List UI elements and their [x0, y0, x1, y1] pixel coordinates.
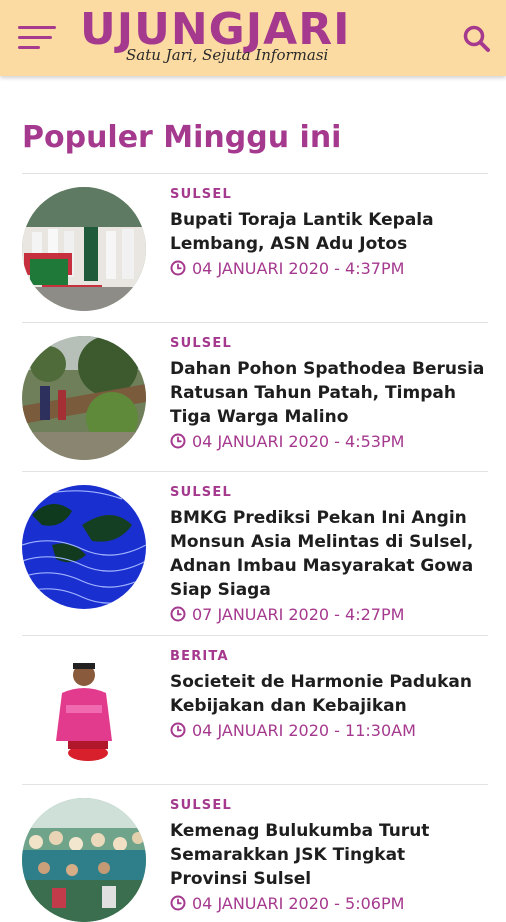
article-meta: SULSEL Dahan Pohon Spathodea Berusia Rat… — [170, 336, 488, 453]
article-title[interactable]: Societeit de Harmonie Padukan Kebijakan … — [170, 670, 488, 718]
article-thumbnail[interactable] — [22, 798, 146, 922]
article-meta: BERITA Societeit de Harmonie Padukan Keb… — [170, 649, 488, 742]
article-date-text: 04 JANUARI 2020 - 5:06PM — [192, 894, 405, 913]
article-title[interactable]: Bupati Toraja Lantik Kepala Lembang, ASN… — [170, 208, 488, 256]
section-title: Populer Minggu ini — [22, 120, 342, 155]
article-date: 04 JANUARI 2020 - 4:37PM — [170, 258, 488, 280]
divider — [22, 173, 488, 174]
article-category[interactable]: SULSEL — [170, 798, 488, 814]
clock-icon — [170, 433, 186, 449]
search-icon[interactable] — [462, 24, 492, 54]
article-item[interactable]: BERITA Societeit de Harmonie Padukan Keb… — [22, 649, 488, 777]
clock-icon — [170, 260, 186, 276]
article-date-text: 07 JANUARI 2020 - 4:27PM — [192, 605, 405, 624]
divider — [22, 784, 488, 785]
article-item[interactable]: SULSEL Dahan Pohon Spathodea Berusia Rat… — [22, 336, 488, 464]
logo-tagline: Satu Jari, Sejuta Informasi — [126, 46, 329, 64]
article-item[interactable]: SULSEL BMKG Prediksi Pekan Ini Angin Mon… — [22, 485, 488, 633]
article-thumbnail[interactable] — [22, 336, 146, 460]
divider — [22, 322, 488, 323]
article-date: 04 JANUARI 2020 - 5:06PM — [170, 893, 488, 915]
article-category[interactable]: BERITA — [170, 649, 488, 665]
article-category[interactable]: SULSEL — [170, 485, 488, 501]
article-thumbnail[interactable] — [22, 649, 146, 773]
divider — [22, 635, 488, 636]
article-category[interactable]: SULSEL — [170, 336, 488, 352]
clock-icon — [170, 606, 186, 622]
article-meta: SULSEL BMKG Prediksi Pekan Ini Angin Mon… — [170, 485, 488, 626]
article-title[interactable]: Dahan Pohon Spathodea Berusia Ratusan Ta… — [170, 357, 488, 429]
divider — [22, 471, 488, 472]
article-title[interactable]: BMKG Prediksi Pekan Ini Angin Monsun Asi… — [170, 506, 488, 602]
article-thumbnail[interactable] — [22, 187, 146, 311]
article-date-text: 04 JANUARI 2020 - 4:37PM — [192, 259, 405, 278]
app-header: UJUNGJARI Satu Jari, Sejuta Informasi — [0, 0, 506, 76]
article-date-text: 04 JANUARI 2020 - 11:30AM — [192, 721, 416, 740]
article-item[interactable]: SULSEL Kemenag Bulukumba Turut Semarakka… — [22, 798, 488, 922]
site-logo[interactable]: UJUNGJARI Satu Jari, Sejuta Informasi — [80, 4, 360, 72]
article-category[interactable]: SULSEL — [170, 187, 488, 203]
clock-icon — [170, 895, 186, 911]
article-item[interactable]: SULSEL Bupati Toraja Lantik Kepala Lemba… — [22, 187, 488, 315]
article-date-text: 04 JANUARI 2020 - 4:53PM — [192, 432, 405, 451]
clock-icon — [170, 722, 186, 738]
hamburger-menu-icon[interactable] — [18, 26, 58, 52]
article-date: 04 JANUARI 2020 - 11:30AM — [170, 720, 488, 742]
article-meta: SULSEL Bupati Toraja Lantik Kepala Lemba… — [170, 187, 488, 280]
article-date: 07 JANUARI 2020 - 4:27PM — [170, 604, 488, 626]
article-date: 04 JANUARI 2020 - 4:53PM — [170, 431, 488, 453]
article-title[interactable]: Kemenag Bulukumba Turut Semarakkan JSK T… — [170, 819, 488, 891]
article-meta: SULSEL Kemenag Bulukumba Turut Semarakka… — [170, 798, 488, 915]
article-thumbnail[interactable] — [22, 485, 146, 609]
